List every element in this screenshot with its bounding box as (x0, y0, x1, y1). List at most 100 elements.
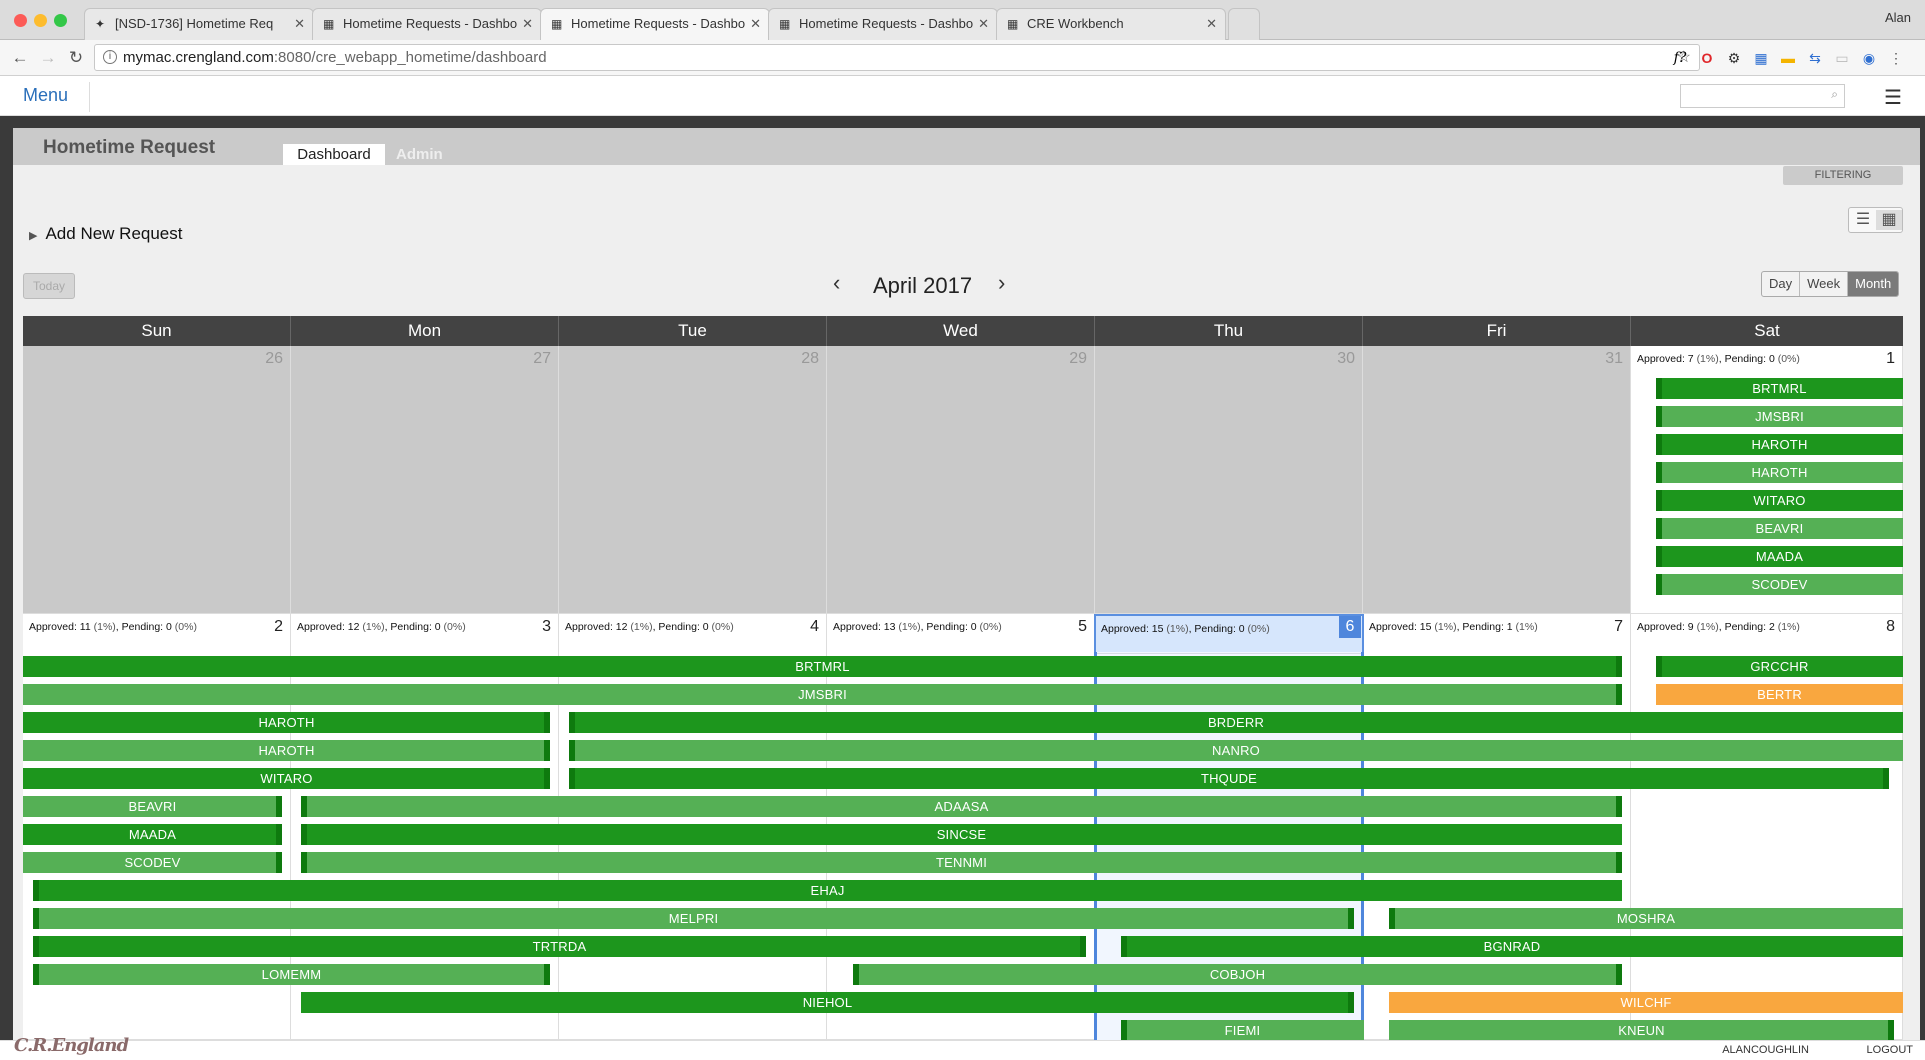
tab-dashboard[interactable]: Dashboard (283, 144, 385, 165)
event-bar[interactable]: BRDERR (569, 712, 1903, 733)
event-bar[interactable]: HAROTH (1656, 434, 1903, 455)
previous-month-button[interactable]: ‹ (833, 270, 840, 296)
reload-icon[interactable]: ↻ (64, 46, 88, 70)
day-cell-other-month[interactable]: 26 (23, 346, 291, 614)
week-view-button[interactable]: Week (1800, 272, 1849, 296)
event-bar[interactable]: MELPRI (33, 908, 1354, 929)
close-tab-icon[interactable]: ✕ (978, 9, 989, 39)
day-cell-other-month[interactable]: 30 (1095, 346, 1363, 614)
list-menu-icon[interactable]: ☰ (1884, 85, 1902, 110)
browser-tab-active[interactable]: ▦ Hometime Requests - Dashbo ✕ (540, 8, 770, 41)
event-bar[interactable]: BRTMRL (1656, 378, 1903, 399)
opera-extension-icon[interactable]: O (1697, 48, 1717, 68)
lock-extension-icon[interactable]: ◉ (1859, 48, 1879, 68)
event-bar[interactable]: TENNMI (301, 852, 1622, 873)
url-input[interactable]: i mymac.crengland.com:8080/cre_webapp_ho… (94, 44, 1700, 71)
event-bar[interactable]: SCODEV (23, 852, 282, 873)
event-bar[interactable]: SCODEV (1656, 574, 1903, 595)
close-tab-icon[interactable]: ✕ (750, 9, 761, 39)
day-cell-other-month[interactable]: 27 (291, 346, 559, 614)
pending-event-bar[interactable]: BERTR (1656, 684, 1903, 705)
day-cell[interactable]: Approved: 9 (1%), Pending: 2 (1%) 8 (1631, 614, 1903, 1040)
back-icon[interactable]: ← (8, 46, 32, 70)
event-bar[interactable]: TRTRDA (33, 936, 1086, 957)
event-bar[interactable]: MAADA (1656, 546, 1903, 567)
event-bar[interactable]: WITARO (1656, 490, 1903, 511)
event-bar[interactable]: NIEHOL (301, 992, 1354, 1013)
day-cell-other-month[interactable]: 31 (1363, 346, 1631, 614)
event-bar[interactable]: BGNRAD (1121, 936, 1903, 957)
gear-icon[interactable]: ⚙ (1724, 48, 1744, 68)
event-bar[interactable]: HAROTH (1656, 462, 1903, 483)
event-bar[interactable]: BEAVRI (23, 796, 282, 817)
close-tab-icon[interactable]: ✕ (522, 9, 533, 39)
pending-event-bar[interactable]: WILCHF (1389, 992, 1903, 1013)
tab-admin[interactable]: Admin (396, 144, 443, 165)
day-number: 4 (810, 618, 819, 635)
bookmark-extension-icon[interactable]: ▬ (1778, 48, 1798, 68)
event-bar[interactable]: EHAJ (33, 880, 1622, 901)
browser-tab[interactable]: ▦ Hometime Requests - Dashbo ✕ (768, 8, 998, 40)
event-bar[interactable]: BRTMRL (23, 656, 1622, 677)
event-bar[interactable]: JMSBRI (23, 684, 1622, 705)
event-bar[interactable]: HAROTH (23, 712, 550, 733)
browser-tab[interactable]: ✦ [NSD-1736] Hometime Req ✕ (84, 8, 314, 40)
month-view-button[interactable]: Month (1848, 272, 1899, 296)
event-bar[interactable]: WITARO (23, 768, 550, 789)
event-bar[interactable]: HAROTH (23, 740, 550, 761)
info-icon[interactable]: i (103, 50, 117, 64)
event-bar[interactable]: BEAVRI (1656, 518, 1903, 539)
function-extension-icon[interactable]: f? (1670, 48, 1690, 68)
browser-tab[interactable]: ▦ Hometime Requests - Dashbo ✕ (312, 8, 542, 40)
cast-extension-icon[interactable]: ▭ (1832, 48, 1852, 68)
grid-view-icon[interactable]: ▦ (1876, 210, 1902, 230)
event-bar[interactable]: COBJOH (853, 964, 1622, 985)
event-bar[interactable]: KNEUN (1389, 1020, 1894, 1040)
day-cell-other-month[interactable]: 29 (827, 346, 1095, 614)
list-view-icon[interactable]: ☰ (1850, 210, 1876, 230)
day-stats: Approved: 12 (1%), Pending: 0 (0%) (565, 621, 734, 633)
close-tab-icon[interactable]: ✕ (1206, 9, 1217, 39)
today-button[interactable]: Today (23, 273, 75, 299)
event-bar[interactable]: FIEMI (1121, 1020, 1364, 1040)
day-number: 27 (533, 350, 551, 367)
menu-divider (89, 82, 90, 112)
footer-username: ALANCOUGHLIN (1722, 1044, 1809, 1056)
menu-link[interactable]: Menu (23, 85, 68, 106)
event-bar[interactable]: GRCCHR (1656, 656, 1903, 677)
crengland-icon: ▦ (323, 17, 335, 31)
day-stats: Approved: 12 (1%), Pending: 0 (0%) (297, 621, 466, 633)
day-name: Mon (291, 316, 559, 346)
event-bar[interactable]: LOMEMM (33, 964, 550, 985)
next-month-button[interactable]: › (998, 270, 1005, 296)
app-search-input[interactable]: ⌕ (1680, 84, 1845, 108)
new-tab-button[interactable] (1228, 8, 1260, 40)
day-name: Wed (827, 316, 1095, 346)
browser-profile-name[interactable]: Alan (1885, 10, 1911, 25)
day-cell-other-month[interactable]: 28 (559, 346, 827, 614)
logout-link[interactable]: LOGOUT (1867, 1044, 1913, 1056)
day-stats: Approved: 15 (1%), Pending: 1 (1%) (1369, 621, 1538, 633)
minimize-window-button[interactable] (34, 14, 47, 27)
filtering-button[interactable]: FILTERING (1783, 166, 1903, 185)
event-bar[interactable]: NANRO (569, 740, 1903, 761)
close-tab-icon[interactable]: ✕ (294, 9, 305, 39)
maximize-window-button[interactable] (54, 14, 67, 27)
close-window-button[interactable] (14, 14, 27, 27)
event-bar[interactable]: MOSHRA (1389, 908, 1903, 929)
event-bar[interactable]: MAADA (23, 824, 282, 845)
search-icon[interactable]: ⌕ (1831, 87, 1838, 102)
event-bar[interactable]: SINCSE (301, 824, 1622, 845)
sync-extension-icon[interactable]: ⇆ (1805, 48, 1825, 68)
calendar-extension-icon[interactable]: ▦ (1751, 48, 1771, 68)
day-view-button[interactable]: Day (1762, 272, 1801, 296)
url-path: :8080/cre_webapp_hometime/dashboard (273, 49, 547, 66)
forward-icon[interactable]: → (36, 46, 60, 70)
event-bar[interactable]: JMSBRI (1656, 406, 1903, 427)
chrome-menu-icon[interactable]: ⋮ (1886, 48, 1906, 68)
add-new-request-toggle[interactable]: ▶ Add New Request (29, 224, 183, 244)
panel-header: Hometime Request Dashboard Admin (13, 128, 1920, 165)
browser-tab[interactable]: ▦ CRE Workbench ✕ (996, 8, 1226, 40)
event-bar[interactable]: ADAASA (301, 796, 1622, 817)
event-bar[interactable]: THQUDE (569, 768, 1889, 789)
